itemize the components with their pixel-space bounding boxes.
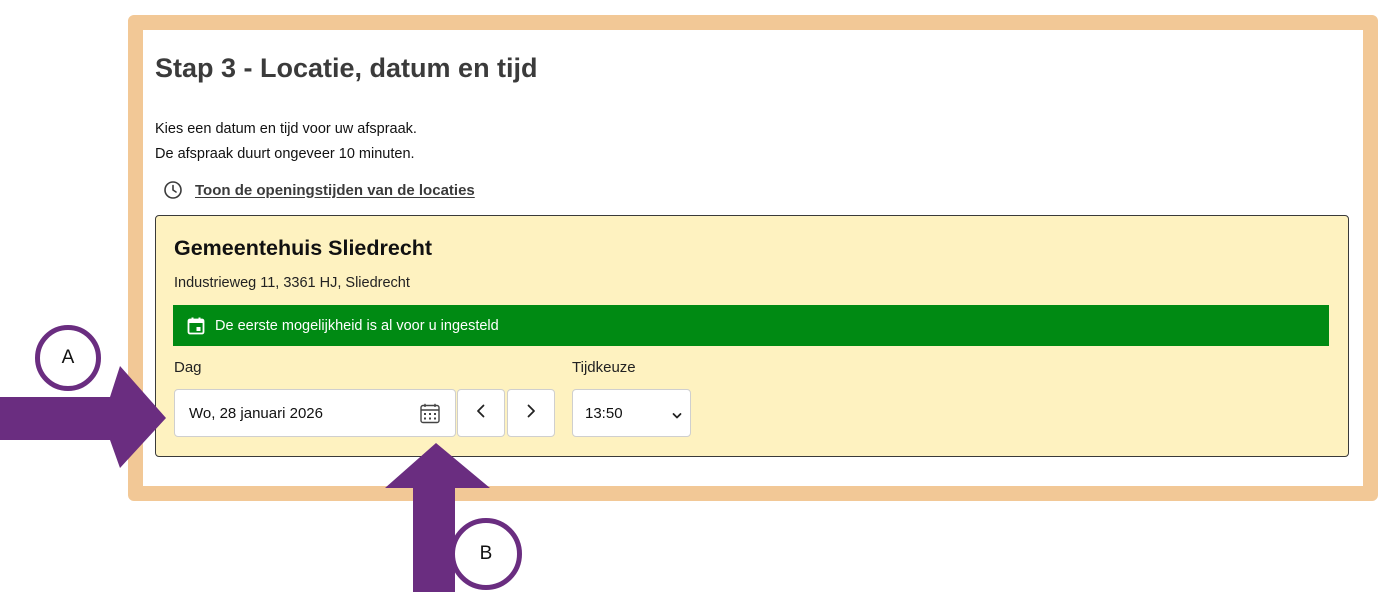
chevron-right-icon	[524, 404, 538, 423]
callout-b: B	[450, 518, 522, 590]
time-label: Tijdkeuze	[572, 359, 636, 376]
next-day-button[interactable]	[507, 389, 555, 437]
opening-hours-link[interactable]: Toon de openingstijden van de locaties	[163, 180, 475, 200]
first-availability-notice: De eerste mogelijkheid is al voor u inge…	[173, 305, 1329, 346]
chevron-down-icon	[672, 408, 682, 419]
date-value[interactable]: Wo, 28 januari 2026	[189, 405, 323, 422]
location-name: Gemeentehuis Sliedrecht	[174, 236, 433, 260]
calendar-icon	[187, 317, 205, 335]
opening-hours-link-label[interactable]: Toon de openingstijden van de locaties	[195, 182, 475, 199]
notice-text: De eerste mogelijkheid is al voor u inge…	[215, 317, 499, 334]
date-input[interactable]: Wo, 28 januari 2026	[174, 389, 456, 437]
callout-a: A	[35, 325, 101, 391]
intro-text-line-2: De afspraak duurt ongeveer 10 minuten.	[155, 146, 415, 162]
time-value[interactable]: 13:50	[585, 405, 623, 422]
intro-text-line-1: Kies een datum en tijd voor uw afspraak.	[155, 121, 417, 137]
page-title: Stap 3 - Locatie, datum en tijd	[155, 53, 538, 83]
time-select[interactable]: 13:50	[572, 389, 691, 437]
day-label: Dag	[174, 359, 202, 376]
chevron-left-icon	[474, 404, 488, 423]
previous-day-button[interactable]	[457, 389, 505, 437]
calendar-grid-icon[interactable]	[419, 403, 441, 425]
clock-icon	[163, 180, 183, 200]
location-address: Industrieweg 11, 3361 HJ, Sliedrecht	[174, 275, 410, 291]
